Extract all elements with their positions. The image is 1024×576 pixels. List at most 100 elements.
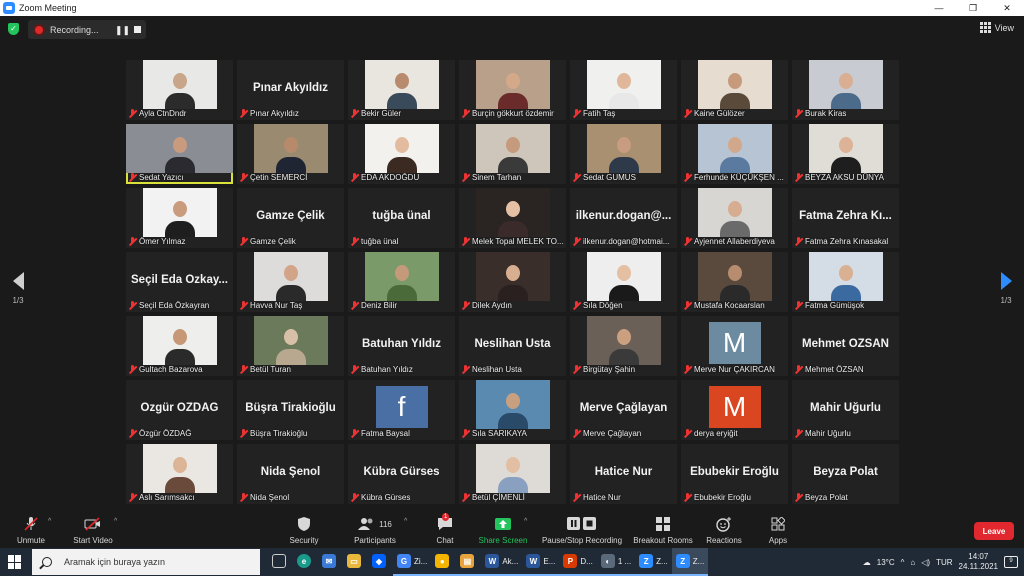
participant-tile[interactable]: Hatice Nur Hatice Nur — [570, 444, 677, 504]
volume-icon[interactable]: ◁) — [921, 558, 930, 567]
file-explorer-icon[interactable]: ▭ — [343, 548, 368, 576]
task-view-icon[interactable] — [268, 548, 293, 576]
participant-tile[interactable]: Sedat GUMUS — [570, 124, 677, 184]
participant-tile[interactable]: Kübra Gürses Kübra Gürses — [348, 444, 455, 504]
participant-tile[interactable]: Betül Turan — [237, 316, 344, 376]
participant-tile[interactable]: Dilek Aydın — [459, 252, 566, 312]
mail-icon[interactable]: ✉ — [318, 548, 343, 576]
taskbar-app-button[interactable]: G Zi... — [393, 548, 432, 576]
participant-tile[interactable]: f Fatma Baysal — [348, 380, 455, 440]
participant-tile[interactable]: Nida Şenol Nida Şenol — [237, 444, 344, 504]
previous-page[interactable]: 1/3 — [6, 272, 30, 305]
participant-tile[interactable]: Ebubekir Eroğlu Ebubekir Eroğlu — [681, 444, 788, 504]
taskbar-clock[interactable]: 14:07 24.11.2021 — [959, 552, 998, 572]
participant-tile[interactable]: Fatih Taş — [570, 60, 677, 120]
breakout-rooms-button[interactable]: Breakout Rooms — [632, 516, 694, 545]
maximize-button[interactable]: ❐ — [956, 0, 990, 16]
arrow-left-icon[interactable] — [12, 272, 24, 290]
pause-stop-recording-button[interactable]: Pause/Stop Recording — [540, 516, 624, 545]
participant-tile[interactable]: Ömer Yılmaz — [126, 188, 233, 248]
taskbar-app-button[interactable]: Z Z... — [671, 548, 709, 576]
close-button[interactable]: ✕ — [990, 0, 1024, 16]
participant-tile[interactable]: Seçil Eda Özkay... Seçil Eda Özkayran — [126, 252, 233, 312]
participant-tile[interactable]: Ayjennet Allaberdiyeva — [681, 188, 788, 248]
participant-tile[interactable]: BEYZA AKSU DÜNYA — [792, 124, 899, 184]
taskbar-app-button[interactable]: W E... — [522, 548, 560, 576]
participant-tile[interactable]: ilkenur.dogan@... ilkenur.dogan@hotmai... — [570, 188, 677, 248]
edge-browser-icon[interactable]: e — [293, 548, 318, 576]
participant-tile[interactable]: Burçin gökkurt özdemir — [459, 60, 566, 120]
participant-tile[interactable]: Mustafa Kocaarslan — [681, 252, 788, 312]
leave-button[interactable]: Leave — [974, 522, 1014, 540]
chat-button[interactable]: 1 Chat — [430, 513, 460, 545]
participant-tile[interactable]: Aslı Sarımsakcı — [126, 444, 233, 504]
participant-tile[interactable]: Kaine Gülözer — [681, 60, 788, 120]
taskbar-search-box[interactable]: Aramak için buraya yazın — [32, 549, 260, 575]
participant-tile[interactable]: Merve Çağlayan Merve Çağlayan — [570, 380, 677, 440]
taskbar-app-button[interactable]: ● — [431, 548, 457, 576]
next-page[interactable]: 1/3 — [994, 272, 1018, 305]
start-video-button[interactable]: Start Video — [70, 516, 116, 545]
encryption-shield-icon[interactable]: ✓ — [8, 23, 19, 35]
participant-tile[interactable]: M Merve Nur ÇAKIRCAN — [681, 316, 788, 376]
unmute-button[interactable]: Unmute — [14, 516, 48, 545]
participant-tile[interactable]: Fatma Gümüşok — [792, 252, 899, 312]
participant-tile[interactable]: Mehmet ÖZSAN Mehmet ÖZSAN — [792, 316, 899, 376]
notifications-icon[interactable]: 9 — [1004, 556, 1018, 568]
network-icon[interactable]: ⌂ — [910, 558, 915, 567]
tray-overflow-icon[interactable]: ^ — [901, 558, 905, 567]
participant-tile[interactable]: Batuhan Yıldız Batuhan Yıldız — [348, 316, 455, 376]
participant-tile[interactable]: Ferhunde KÜÇÜKŞEN ... — [681, 124, 788, 184]
keyboard-language[interactable]: TUR — [936, 558, 952, 567]
participant-tile[interactable]: Mahir Uğurlu Mahir Uğurlu — [792, 380, 899, 440]
weather-temperature[interactable]: 13°C — [877, 558, 895, 567]
participant-tile[interactable]: Sedat Yazıcı — [126, 124, 233, 184]
reactions-button[interactable]: Reactions — [704, 516, 744, 545]
participant-tile[interactable]: Burak Kiras — [792, 60, 899, 120]
view-button[interactable]: View — [979, 22, 1014, 33]
dropbox-icon[interactable]: ◆ — [368, 548, 393, 576]
participants-button[interactable]: 116 Participants — [350, 516, 400, 545]
participant-tile[interactable]: Bekir Güler — [348, 60, 455, 120]
taskbar-app-button[interactable]: W Ak... — [481, 548, 523, 576]
windows-taskbar: Aramak için buraya yazın e ✉ ▭ ◆ G Zi... ●… — [0, 548, 1024, 576]
security-button[interactable]: Security — [284, 516, 324, 545]
participant-tile[interactable]: Sıla Döğen — [570, 252, 677, 312]
participant-tile[interactable]: Sıla SARIKAYA — [459, 380, 566, 440]
participant-tile[interactable]: Sinem Tarhan — [459, 124, 566, 184]
participant-tile[interactable]: tuğba ünal tuğba ünal — [348, 188, 455, 248]
taskbar-app-button[interactable]: P D... — [559, 548, 597, 576]
participant-tile[interactable]: Deniz Bilir — [348, 252, 455, 312]
share-options-chevron-icon[interactable]: ^ — [524, 518, 527, 525]
taskbar-app-button[interactable]: ◐ 1 ... — [596, 548, 636, 576]
taskbar-app-button[interactable]: ▤ — [456, 548, 482, 576]
stop-recording-icon[interactable] — [134, 26, 141, 33]
taskbar-app-button[interactable]: Z Z... — [635, 548, 672, 576]
video-options-chevron-icon[interactable]: ^ — [114, 518, 117, 525]
apps-button[interactable]: Apps — [762, 516, 794, 545]
participant-tile[interactable]: Birgütay Şahin — [570, 316, 677, 376]
participant-tile[interactable]: EDA AKDOĞDU — [348, 124, 455, 184]
share-screen-button[interactable]: Share Screen — [478, 516, 528, 545]
participant-tile[interactable]: Havva Nur Taş — [237, 252, 344, 312]
participant-tile[interactable]: Büşra Tirakioğlu Büşra Tirakioğlu — [237, 380, 344, 440]
pause-recording-icon[interactable]: ❚❚ — [115, 25, 130, 36]
audio-options-chevron-icon[interactable]: ^ — [48, 518, 51, 525]
participant-tile[interactable]: Gultach Bazarova — [126, 316, 233, 376]
weather-cloud-icon[interactable]: ☁ — [863, 558, 871, 567]
participant-tile[interactable]: Mderya eryiğit — [681, 380, 788, 440]
participant-tile[interactable]: Beyza Polat Beyza Polat — [792, 444, 899, 504]
participant-tile[interactable]: Çetin SEMERCİ — [237, 124, 344, 184]
participant-tile[interactable]: Neslihan Usta Neslihan Usta — [459, 316, 566, 376]
participant-tile[interactable]: Pınar Akyıldız Pınar Akyıldız — [237, 60, 344, 120]
participant-tile[interactable]: Özgür ÖZDAĞ Özgür ÖZDAĞ — [126, 380, 233, 440]
participant-tile[interactable]: Ayla CtnDndr — [126, 60, 233, 120]
arrow-right-icon[interactable] — [1000, 272, 1012, 290]
participant-tile[interactable]: Fatma Zehra Kı... Fatma Zehra Kınasakal — [792, 188, 899, 248]
participants-chevron-icon[interactable]: ^ — [404, 518, 407, 525]
windows-start-icon[interactable] — [8, 555, 22, 569]
minimize-button[interactable]: — — [922, 0, 956, 16]
participant-tile[interactable]: Melek Topal MELEK TO... — [459, 188, 566, 248]
participant-tile[interactable]: Betül ÇİMENLİ — [459, 444, 566, 504]
participant-tile[interactable]: Gamze Çelik Gamze Çelik — [237, 188, 344, 248]
